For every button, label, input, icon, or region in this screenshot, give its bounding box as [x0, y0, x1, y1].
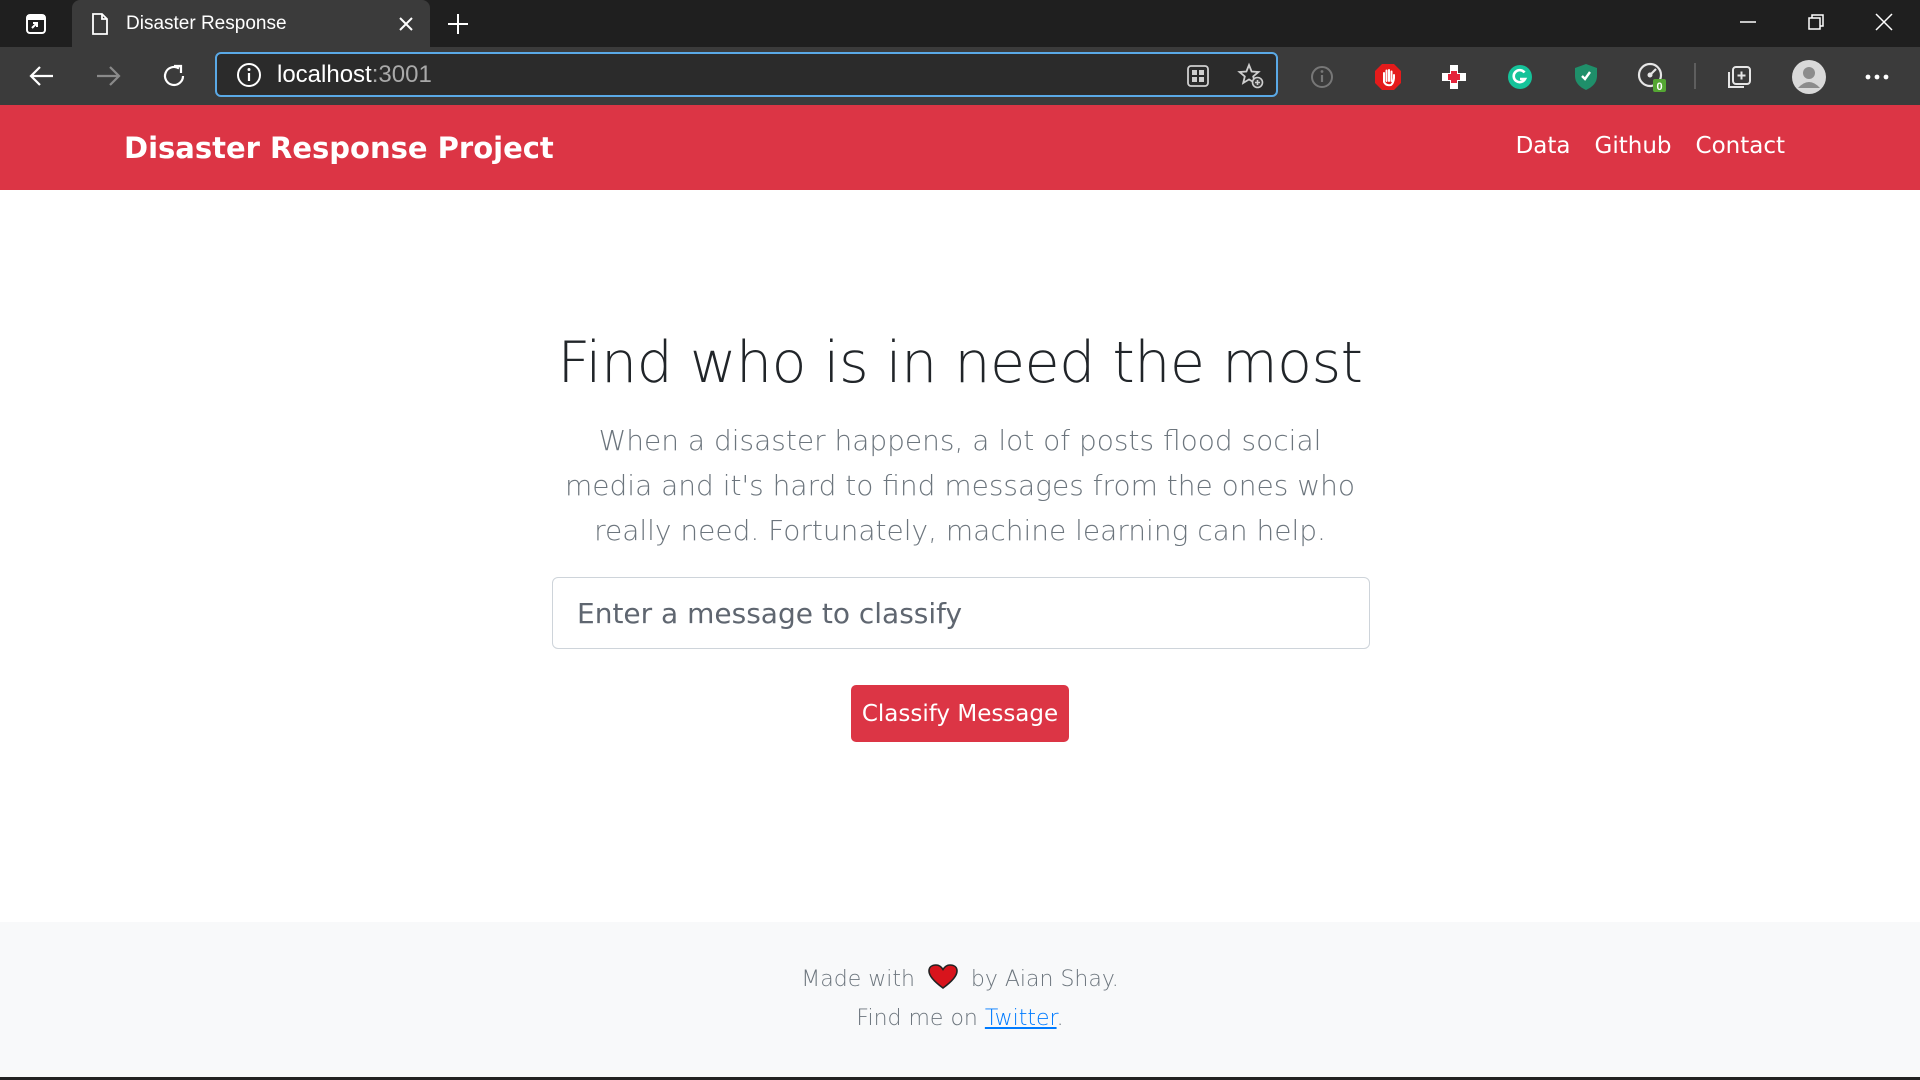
stop-hand-icon[interactable] — [1371, 60, 1405, 94]
footer-period: . — [1056, 1006, 1064, 1031]
nav-link-data[interactable]: Data — [1516, 133, 1571, 159]
grammarly-icon[interactable] — [1503, 60, 1537, 94]
footer-contact: Find me on Twitter. — [0, 1006, 1920, 1031]
forward-icon[interactable] — [88, 56, 128, 96]
footer-author: by Aian Shay. — [970, 967, 1119, 992]
classify-message-button[interactable]: Classify Message — [851, 685, 1069, 742]
plus-icon[interactable] — [440, 6, 476, 42]
shield-icon[interactable] — [1569, 60, 1603, 94]
navbar-links: Data Github Contact — [1516, 133, 1785, 159]
toolbar-separator — [1694, 63, 1696, 89]
twitter-link[interactable]: Twitter — [985, 1006, 1057, 1031]
tab-title: Disaster Response — [126, 12, 287, 34]
tab-actions-icon[interactable] — [12, 8, 60, 40]
message-input[interactable] — [552, 577, 1370, 649]
site-navbar: Disaster Response Project Data Github Co… — [0, 105, 1920, 190]
heart-icon — [928, 964, 958, 996]
hero-section: Find who is in need the most When a disa… — [0, 190, 1920, 920]
nav-link-github[interactable]: Github — [1595, 133, 1672, 159]
page-title: Find who is in need the most — [557, 330, 1363, 396]
more-icon[interactable] — [1860, 60, 1894, 94]
footer: Made with by Aian Shay. Find me on Twitt… — [0, 922, 1920, 1080]
nav-link-contact[interactable]: Contact — [1696, 133, 1785, 159]
page-icon — [88, 12, 112, 36]
performance-icon[interactable]: 0 — [1635, 60, 1669, 94]
extension-badge: 0 — [1656, 81, 1662, 93]
browser-tab-bar: Disaster Response — [0, 0, 1920, 47]
minimize-icon[interactable] — [1714, 0, 1782, 44]
info-icon[interactable] — [235, 61, 263, 89]
url-port: :3001 — [371, 60, 432, 88]
apps-icon[interactable] — [1183, 61, 1213, 91]
medic-cross-icon[interactable] — [1437, 60, 1471, 94]
address-bar[interactable]: localhost:3001 — [215, 52, 1278, 97]
profile-icon[interactable] — [1789, 57, 1829, 97]
footer-credit: Made with by Aian Shay. — [0, 964, 1920, 996]
refresh-icon[interactable] — [154, 56, 194, 96]
footer-find-me: Find me on — [856, 1006, 978, 1031]
navbar-brand[interactable]: Disaster Response Project — [124, 131, 554, 165]
lead-text: When a disaster happens, a lot of posts … — [565, 424, 1355, 547]
back-icon[interactable] — [22, 56, 62, 96]
footer-made-with: Made with — [801, 967, 915, 992]
favorite-add-icon[interactable] — [1236, 61, 1266, 91]
browser-tab[interactable]: Disaster Response — [72, 0, 430, 47]
url-text[interactable]: localhost:3001 — [277, 61, 432, 89]
close-icon[interactable] — [388, 6, 424, 42]
collections-icon[interactable] — [1722, 60, 1756, 94]
browser-toolbar: localhost:3001 0 — [0, 47, 1920, 105]
url-host: localhost — [277, 60, 372, 88]
tracker-info-icon[interactable] — [1305, 60, 1339, 94]
close-window-icon[interactable] — [1850, 0, 1918, 44]
restore-icon[interactable] — [1782, 0, 1850, 44]
